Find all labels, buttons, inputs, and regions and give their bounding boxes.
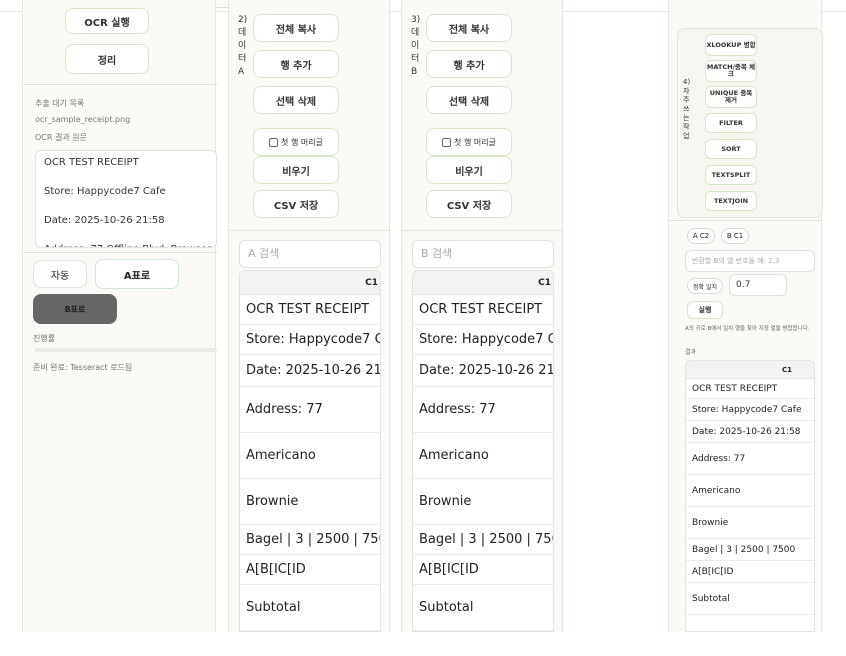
column-header[interactable]: C1 bbox=[413, 271, 553, 295]
table-row[interactable]: Address: 77 bbox=[413, 387, 553, 433]
table-row[interactable]: Brownie bbox=[240, 479, 380, 525]
mode-a-button[interactable]: A표로 bbox=[95, 259, 179, 289]
table-row[interactable]: Subtotal bbox=[240, 585, 380, 631]
data-b-panel: 3)데이터B 전체 복사 행 추가 선택 삭제 첫 행 머리글 비우기 CSV … bbox=[401, 0, 564, 632]
search-input[interactable]: B 검색 bbox=[412, 240, 554, 268]
clean-button[interactable]: 정리 bbox=[65, 44, 149, 74]
clear-button[interactable]: 비우기 bbox=[253, 156, 339, 184]
delete-selected-button[interactable]: 선택 삭제 bbox=[253, 86, 339, 114]
key-a-chip[interactable]: A C2 bbox=[687, 228, 715, 244]
table-row[interactable]: OCR TEST RECEIPT bbox=[240, 295, 380, 325]
add-row-button[interactable]: 행 추가 bbox=[426, 50, 512, 78]
ocr-run-button[interactable]: OCR 실행 bbox=[65, 8, 149, 34]
copy-all-button[interactable]: 전체 복사 bbox=[426, 14, 512, 42]
panel-vertical-title: 4)자주쓰는작업 bbox=[683, 78, 691, 140]
ocr-line: Store: Happycode7 Cafe bbox=[44, 186, 166, 197]
run-button[interactable]: 실행 bbox=[687, 301, 723, 319]
table-row[interactable]: Americano bbox=[240, 433, 380, 479]
table-row[interactable]: Store: Happycode7 Cafe bbox=[686, 399, 814, 421]
panel-vertical-title: 3)데이터B bbox=[411, 15, 421, 77]
column-header[interactable]: C1 bbox=[686, 361, 814, 379]
save-csv-button[interactable]: CSV 저장 bbox=[253, 190, 339, 218]
checkbox-label: 첫 행 머리글 bbox=[281, 137, 323, 147]
table-row[interactable]: Americano bbox=[686, 475, 814, 507]
unique-remove-duplicates-button[interactable]: UNIQUE 중복 제거 bbox=[705, 86, 757, 108]
table-row[interactable]: OCR TEST RECEIPT bbox=[686, 379, 814, 399]
match-duplicate-check-button[interactable]: MATCH/중복 체크 bbox=[705, 60, 757, 82]
clear-button[interactable]: 비우기 bbox=[426, 156, 512, 184]
threshold-input[interactable]: 0.7 bbox=[729, 274, 787, 296]
progress-label: 진행률 bbox=[33, 334, 56, 343]
result-label: 결과 bbox=[685, 349, 697, 356]
search-input[interactable]: A 검색 bbox=[239, 240, 381, 268]
data-table: C1 OCR TEST RECEIPT Store: Happycode7 Ca… bbox=[412, 270, 554, 632]
save-csv-button[interactable]: CSV 저장 bbox=[426, 190, 512, 218]
textjoin-button[interactable]: TEXTJOIN bbox=[705, 191, 757, 211]
xlookup-merge-button[interactable]: XLOOKUP 병합 bbox=[705, 34, 757, 56]
mode-auto-button[interactable]: 자동 bbox=[33, 260, 87, 288]
table-row[interactable]: Americano bbox=[413, 433, 553, 479]
table-row[interactable]: Subtotal bbox=[686, 583, 814, 615]
tool-description: A의 키로 B에서 일치 행을 찾아 지정 열을 병합합니다. bbox=[685, 326, 810, 332]
ocr-line: Address: 77 Offline Blvd, Browser bbox=[36, 238, 216, 247]
section-divider bbox=[229, 230, 391, 231]
table-row[interactable]: Address: 77 bbox=[686, 443, 814, 475]
section-divider bbox=[23, 84, 217, 85]
raw-result-label: OCR 결과 원문 bbox=[35, 133, 87, 142]
header-row-checkbox[interactable]: 첫 행 머리글 bbox=[426, 128, 512, 156]
data-a-panel: 2)데이터A 전체 복사 행 추가 선택 삭제 첫 행 머리글 비우기 CSV … bbox=[228, 0, 391, 632]
table-row[interactable]: Address: 77 bbox=[240, 387, 380, 433]
add-row-button[interactable]: 행 추가 bbox=[253, 50, 339, 78]
status-text: 준비 완료: Tesseract 로드됨 bbox=[33, 363, 133, 372]
table-row[interactable]: Store: Happycode7 Cafe bbox=[413, 325, 553, 355]
table-row[interactable]: Subtotal bbox=[413, 585, 553, 631]
header-row-checkbox[interactable]: 첫 행 머리글 bbox=[253, 128, 339, 156]
queue-label: 추출 대기 목록 bbox=[35, 99, 85, 108]
table-row[interactable]: Date: 2025-10-26 21:58 bbox=[686, 421, 814, 443]
table-row[interactable]: A[B[IC[ID bbox=[686, 561, 814, 583]
data-table: C1 OCR TEST RECEIPT Store: Happycode7 Ca… bbox=[239, 270, 381, 632]
table-row[interactable]: Bagel | 3 | 2500 | 7500 bbox=[686, 539, 814, 561]
ocr-line: Date: 2025-10-26 21:58 bbox=[44, 215, 165, 226]
textsplit-button[interactable]: TEXTSPLIT bbox=[705, 165, 757, 185]
filter-button[interactable]: FILTER bbox=[705, 113, 757, 133]
ocr-panel: OCR 실행 정리 추출 대기 목록 ocr_sample_receipt.pn… bbox=[22, 0, 217, 632]
table-row[interactable]: Date: 2025-10-26 21:58 bbox=[240, 355, 380, 387]
ocr-result-textarea[interactable]: OCR TEST RECEIPT Store: Happycode7 Cafe … bbox=[35, 150, 217, 248]
result-table: C1 OCR TEST RECEIPT Store: Happycode7 Ca… bbox=[685, 360, 815, 632]
table-row[interactable]: A[B[IC[ID bbox=[413, 555, 553, 585]
exact-match-toggle[interactable]: 정확 일치 bbox=[687, 278, 723, 294]
sort-button[interactable]: SORT bbox=[705, 139, 757, 159]
panel-vertical-title: 2)데이터A bbox=[238, 15, 248, 77]
column-header[interactable]: C1 bbox=[240, 271, 380, 295]
tools-panel: 4)자주쓰는작업 XLOOKUP 병합 MATCH/중복 체크 UNIQUE 중… bbox=[668, 0, 823, 632]
section-divider bbox=[669, 220, 823, 221]
progress-bar bbox=[35, 348, 217, 352]
table-row[interactable]: Brownie bbox=[686, 507, 814, 539]
table-row[interactable]: Store: Happycode7 Cafe bbox=[240, 325, 380, 355]
table-row[interactable]: Brownie bbox=[413, 479, 553, 525]
checkbox-label: 첫 행 머리글 bbox=[454, 137, 496, 147]
delete-selected-button[interactable]: 선택 삭제 bbox=[426, 86, 512, 114]
checkbox-icon[interactable] bbox=[442, 137, 452, 147]
table-row[interactable]: Bagel | 3 | 2500 | 7500 bbox=[240, 525, 380, 555]
section-divider bbox=[23, 252, 217, 253]
checkbox-icon[interactable] bbox=[269, 137, 279, 147]
return-columns-input[interactable]: 반환할 B의 열 번호들 예: 2,3 bbox=[685, 250, 815, 272]
section-divider bbox=[402, 230, 564, 231]
ocr-line: OCR TEST RECEIPT bbox=[44, 157, 139, 168]
table-row[interactable]: Date: 2025-10-26 21:58 bbox=[413, 355, 553, 387]
table-row[interactable]: Bagel | 3 | 2500 | 7500 bbox=[413, 525, 553, 555]
key-b-chip[interactable]: B C1 bbox=[721, 228, 749, 244]
table-row[interactable]: A[B[IC[ID bbox=[240, 555, 380, 585]
mode-b-button[interactable]: B표로 bbox=[33, 294, 117, 324]
queue-file[interactable]: ocr_sample_receipt.png bbox=[35, 115, 130, 124]
table-row[interactable]: OCR TEST RECEIPT bbox=[413, 295, 553, 325]
copy-all-button[interactable]: 전체 복사 bbox=[253, 14, 339, 42]
